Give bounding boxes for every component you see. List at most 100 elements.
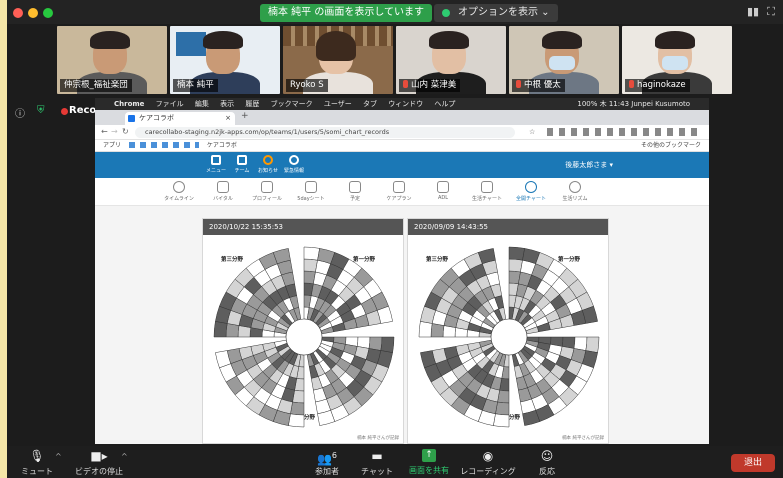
chart-content-area: 2020/10/22 15:35:53 第三分野 第一分野 第二分野 楠本 純平… xyxy=(95,206,709,444)
menu-bookmarks[interactable]: ブックマーク xyxy=(271,100,313,108)
other-bookmarks[interactable]: その他のブックマーク xyxy=(641,140,701,152)
reload-icon[interactable]: ↻ xyxy=(122,127,129,136)
back-icon[interactable]: ← xyxy=(101,127,108,136)
video-label: ビデオの停止 xyxy=(75,467,123,476)
new-tab-icon[interactable]: + xyxy=(241,111,249,121)
recording-dot-icon xyxy=(61,108,68,115)
url-bar[interactable]: carecollabo-staging.n2jk-apps.com/op/tea… xyxy=(135,127,515,138)
record-subnav: タイムライン バイタル プロフィール 5dayシート 予定 ケアプラン ADL … xyxy=(95,178,709,206)
subnav-life-chart[interactable]: 生活チャート xyxy=(467,181,507,202)
app-header: メニュー チーム お知らせ 緊急情報 後藤太郎さま ▾ xyxy=(95,152,709,178)
heart-icon xyxy=(569,181,581,193)
profile-icon xyxy=(261,181,273,193)
nav-menu[interactable]: メニュー xyxy=(203,155,229,174)
menu-user[interactable]: ユーザー xyxy=(324,100,352,108)
extension-icons[interactable] xyxy=(547,128,697,136)
menu-history[interactable]: 履歴 xyxy=(245,100,259,108)
face-mask xyxy=(549,56,575,70)
subnav-vital[interactable]: バイタル xyxy=(203,181,243,202)
menu-window[interactable]: ウィンドウ xyxy=(388,100,423,108)
fullscreen-icon[interactable]: ⛶ xyxy=(765,6,777,18)
fullscreen-window-button[interactable] xyxy=(43,8,53,18)
menu-help[interactable]: ヘルプ xyxy=(434,100,455,108)
participant-tile[interactable]: 仲宗根_福祉楽団 xyxy=(57,26,167,94)
user-menu[interactable]: 後藤太郎さま ▾ xyxy=(565,160,613,170)
menu-chrome[interactable]: Chrome xyxy=(114,100,144,108)
nav-emergency[interactable]: 緊急情報 xyxy=(281,155,307,174)
record-icon: ◉ xyxy=(482,449,494,463)
clipboard-icon xyxy=(393,181,405,193)
wheel-segment xyxy=(430,323,445,338)
participant-tile[interactable]: 楠本 純平 xyxy=(170,26,280,94)
gallery-view-icon[interactable]: ▮▮ xyxy=(747,6,759,18)
subnav-schedule[interactable]: 予定 xyxy=(335,181,375,202)
participant-hair xyxy=(90,31,130,49)
subnav-careplan[interactable]: ケアプラン xyxy=(379,181,419,202)
video-options-chevron-icon[interactable]: ^ xyxy=(121,452,128,461)
participant-hair xyxy=(316,31,356,61)
bookmark-apps[interactable]: アプリ xyxy=(103,142,121,149)
participant-tile[interactable]: haginokaze xyxy=(622,26,732,94)
participant-tile[interactable]: Ryoko S xyxy=(283,26,393,94)
browser-tab-bar: ケアコラボ × + xyxy=(95,110,709,125)
subnav-5day[interactable]: 5dayシート xyxy=(291,181,331,202)
document-icon xyxy=(437,181,449,193)
subnav-label: 全開チャート xyxy=(516,196,546,202)
participant-name: 中根 優太 xyxy=(512,79,565,92)
participant-gallery: 仲宗根_福祉楽団 楠本 純平 Ryoko S 山内 菜津美 中根 優太 hagi… xyxy=(57,26,737,96)
bell-icon xyxy=(263,155,273,165)
menu-edit[interactable]: 編集 xyxy=(195,100,209,108)
calendar-icon xyxy=(349,181,361,193)
chart-record-card[interactable]: 2020/09/09 14:43:55 第三分野 第一分野 第二分野 楠本 純平… xyxy=(407,218,609,444)
tab-title: ケアコラボ xyxy=(139,114,174,122)
menu-file[interactable]: ファイル xyxy=(156,100,184,108)
leave-meeting-button[interactable]: 退出 xyxy=(731,454,775,472)
close-tab-icon[interactable]: × xyxy=(225,112,231,125)
menu-tab[interactable]: タブ xyxy=(363,100,377,108)
participant-name: 山内 菜津美 xyxy=(399,79,461,92)
participant-tile[interactable]: 中根 優太 xyxy=(509,26,619,94)
minimize-window-button[interactable] xyxy=(28,8,38,18)
participant-name: Ryoko S xyxy=(286,79,328,92)
mac-menu-bar: Chrome ファイル 編集 表示 履歴 ブックマーク ユーザー タブ ウィンド… xyxy=(95,98,709,110)
wheel-segment xyxy=(508,258,523,273)
participant-name: haginokaze xyxy=(625,79,690,92)
nav-team[interactable]: チーム xyxy=(229,155,255,174)
close-window-button[interactable] xyxy=(13,8,23,18)
radar-chart-icon xyxy=(525,181,537,193)
subnav-full-chart[interactable]: 全開チャート xyxy=(511,181,551,202)
subnav-profile[interactable]: プロフィール xyxy=(247,181,287,202)
wheel-segment xyxy=(303,246,320,261)
info-icon[interactable]: ⓘ xyxy=(15,105,25,120)
zoom-top-bar: 楠本 純平 の画面を表示しています オプションを表示 ⌄ ▮▮ ⛶ xyxy=(7,0,783,24)
forward-icon[interactable]: → xyxy=(111,127,118,136)
chart-record-card[interactable]: 2020/10/22 15:35:53 第三分野 第一分野 第二分野 楠本 純平… xyxy=(202,218,404,444)
mute-label: ミュート xyxy=(21,467,53,476)
menu-view[interactable]: 表示 xyxy=(220,100,234,108)
reactions-button[interactable]: ☺ 反応 xyxy=(517,449,577,477)
shared-screen[interactable]: Chrome ファイル 編集 表示 履歴 ブックマーク ユーザー タブ ウィンド… xyxy=(95,98,709,444)
wheel-segment xyxy=(380,336,395,353)
wheel-segment xyxy=(495,401,510,416)
favicon-icon xyxy=(128,115,135,122)
bookmark-carecollabo[interactable]: ケアコラボ xyxy=(207,142,237,149)
bookmark-star-icon[interactable]: ☆ xyxy=(529,128,535,136)
subnav-timeline[interactable]: タイムライン xyxy=(159,181,199,202)
view-options-button[interactable]: オプションを表示 ⌄ xyxy=(434,4,558,22)
subnav-adl[interactable]: ADL xyxy=(423,181,463,201)
chat-button[interactable]: ▬ チャット xyxy=(347,449,407,477)
wheel-segment xyxy=(225,323,240,338)
subnav-rhythm[interactable]: 生活リズム xyxy=(555,181,595,202)
nav-notice[interactable]: お知らせ xyxy=(255,155,281,174)
bookmark-icons[interactable] xyxy=(128,142,199,148)
wheel-segment xyxy=(585,336,600,353)
share-screen-button[interactable]: ↑ 画面を共有 xyxy=(399,449,459,476)
participant-tile[interactable]: 山内 菜津美 xyxy=(396,26,506,94)
record-button[interactable]: ◉ レコーディング xyxy=(453,449,523,477)
subnav-label: 5dayシート xyxy=(297,196,325,202)
shield-icon[interactable]: ⛨ xyxy=(37,105,45,116)
screen-share-banner: 楠本 純平 の画面を表示しています xyxy=(260,4,433,22)
browser-tab[interactable]: ケアコラボ × xyxy=(125,112,235,125)
record-author: 楠本 純平さんが記録 xyxy=(357,436,399,441)
menu-icon xyxy=(211,155,221,165)
